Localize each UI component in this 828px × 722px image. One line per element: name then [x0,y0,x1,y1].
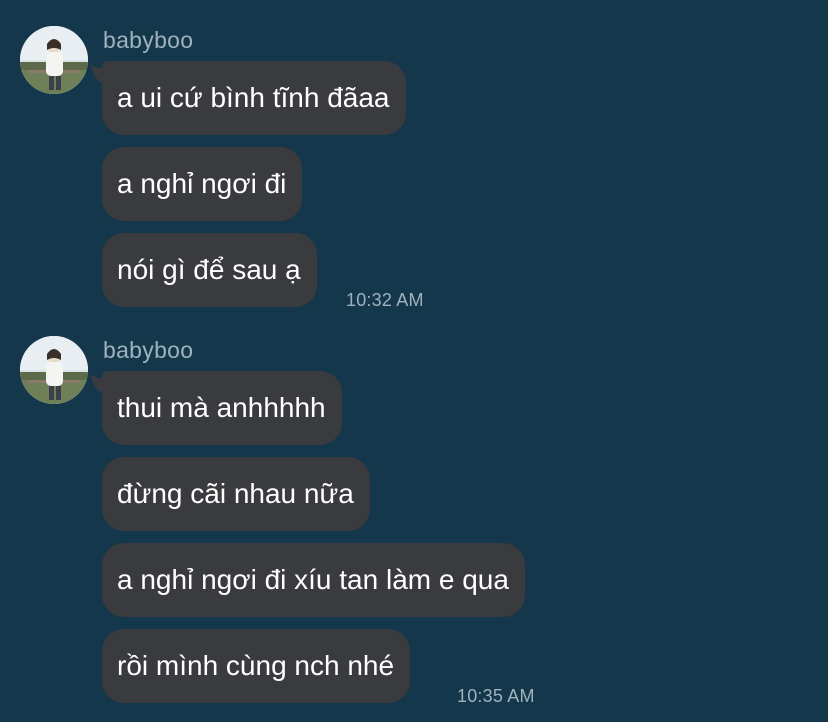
message-bubble[interactable]: đừng cãi nhau nữa [102,457,370,531]
chat-thread: babyboo a ui cứ bình tĩnh đãaa a nghỉ ng… [0,0,828,722]
avatar[interactable] [20,336,88,404]
message-bubble[interactable]: a nghỉ ngơi đi [102,147,303,221]
avatar[interactable] [20,26,88,94]
message-bubble[interactable]: a nghỉ ngơi đi xíu tan làm e qua [102,543,525,617]
message-timestamp: 10:32 AM [346,290,424,310]
message-bubble[interactable]: nói gì để sau ạ [102,233,317,307]
message-bubble[interactable]: rồi mình cùng nch nhé [102,629,411,703]
avatar-image [20,336,88,404]
avatar-image [20,26,88,94]
sender-name: babyboo [103,337,194,363]
message-bubble[interactable]: a ui cứ bình tĩnh đãaa [102,61,406,135]
message-timestamp: 10:35 AM [457,686,535,706]
sender-name: babyboo [103,27,194,53]
message-bubble[interactable]: thui mà anhhhhh [102,371,342,445]
